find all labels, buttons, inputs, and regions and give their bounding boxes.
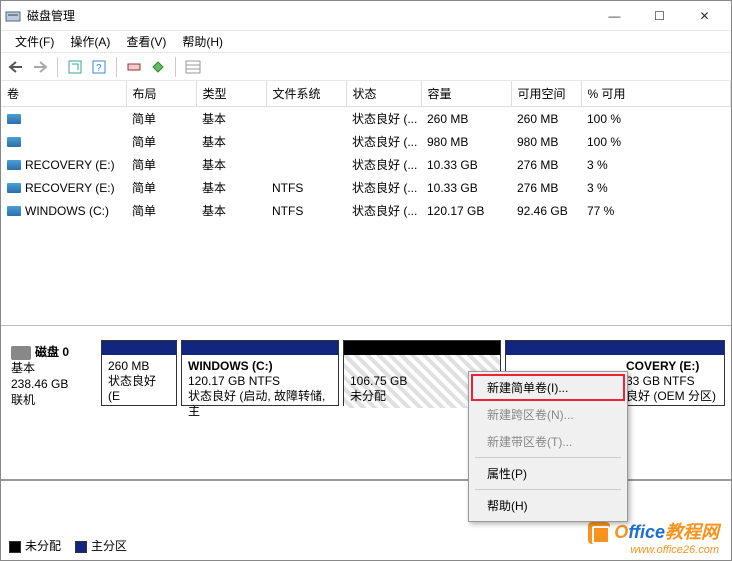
legend-label: 未分配 [25, 539, 61, 553]
scan-icon[interactable] [125, 58, 143, 76]
help-icon[interactable]: ? [90, 58, 108, 76]
col-capacity[interactable]: 容量 [421, 81, 511, 107]
disk-icon [11, 346, 31, 360]
volume-icon [7, 183, 21, 193]
col-type[interactable]: 类型 [196, 81, 266, 107]
context-menu: 新建简单卷(I)... 新建跨区卷(N)... 新建带区卷(T)... 属性(P… [468, 371, 628, 522]
forward-icon[interactable] [31, 58, 49, 76]
legend: 未分配 主分区 [9, 537, 127, 554]
svg-text:?: ? [96, 63, 102, 74]
disk-type: 基本 [11, 360, 93, 376]
ctx-new-striped-volume: 新建带区卷(T)... [471, 428, 625, 455]
list-icon[interactable] [184, 58, 202, 76]
disk-status: 联机 [11, 392, 93, 408]
partition-header [344, 341, 500, 355]
partition-header [182, 341, 338, 355]
legend-label: 主分区 [91, 539, 127, 553]
col-status[interactable]: 状态 [346, 81, 421, 107]
legend-swatch-primary [75, 541, 87, 553]
menubar: 文件(F) 操作(A) 查看(V) 帮助(H) [1, 31, 731, 53]
table-row[interactable]: WINDOWS (C:)简单基本NTFS状态良好 (...120.17 GB92… [1, 199, 731, 222]
partition-header [506, 341, 724, 355]
app-icon [5, 8, 21, 24]
menu-file[interactable]: 文件(F) [7, 31, 62, 52]
watermark-url: www.office26.com [588, 544, 719, 556]
titlebar: 磁盘管理 — ☐ ✕ [1, 1, 731, 31]
table-row[interactable]: RECOVERY (E:)简单基本NTFS状态良好 (...10.33 GB27… [1, 176, 731, 199]
volume-icon [7, 137, 21, 147]
table-row[interactable]: 简单基本状态良好 (...980 MB980 MB100 % [1, 130, 731, 153]
window-title: 磁盘管理 [27, 7, 592, 24]
volume-icon [7, 206, 21, 216]
volume-table: 卷 布局 类型 文件系统 状态 容量 可用空间 % 可用 简单基本状态良好 (.… [1, 81, 731, 222]
volume-icon [7, 160, 21, 170]
disk-size: 238.46 GB [11, 376, 93, 392]
volume-list: 卷 布局 类型 文件系统 状态 容量 可用空间 % 可用 简单基本状态良好 (.… [1, 81, 731, 326]
menu-view[interactable]: 查看(V) [118, 31, 174, 52]
toolbar-divider [116, 57, 117, 77]
col-free[interactable]: 可用空间 [511, 81, 581, 107]
refresh-icon[interactable] [66, 58, 84, 76]
legend-swatch-unallocated [9, 541, 21, 553]
col-pctfree[interactable]: % 可用 [581, 81, 731, 107]
ctx-properties[interactable]: 属性(P) [471, 460, 625, 487]
context-divider [475, 457, 621, 458]
minimize-button[interactable]: — [592, 2, 637, 30]
menu-action[interactable]: 操作(A) [62, 31, 118, 52]
ctx-help[interactable]: 帮助(H) [471, 492, 625, 519]
table-header-row: 卷 布局 类型 文件系统 状态 容量 可用空间 % 可用 [1, 81, 731, 107]
partition[interactable]: 260 MB状态良好 (E [101, 340, 177, 406]
disk-name: 磁盘 0 [35, 345, 69, 359]
table-row[interactable]: 简单基本状态良好 (...260 MB260 MB100 % [1, 107, 731, 131]
maximize-button[interactable]: ☐ [637, 2, 682, 30]
context-divider [475, 489, 621, 490]
watermark-logo: OOffice教程网ffice教程网 www.office26.com [588, 518, 719, 556]
close-button[interactable]: ✕ [682, 2, 727, 30]
back-icon[interactable] [7, 58, 25, 76]
col-volume[interactable]: 卷 [1, 81, 126, 107]
action-icon[interactable] [149, 58, 167, 76]
toolbar-divider [57, 57, 58, 77]
table-row[interactable]: RECOVERY (E:)简单基本状态良好 (...10.33 GB276 MB… [1, 153, 731, 176]
menu-help[interactable]: 帮助(H) [174, 31, 231, 52]
volume-icon [7, 114, 21, 124]
logo-icon [588, 522, 610, 544]
partition[interactable]: WINDOWS (C:)120.17 GB NTFS状态良好 (启动, 故障转储… [181, 340, 339, 406]
ctx-new-simple-volume[interactable]: 新建简单卷(I)... [471, 374, 625, 401]
toolbar: ? [1, 53, 731, 81]
col-layout[interactable]: 布局 [126, 81, 196, 107]
partition-header [102, 341, 176, 355]
ctx-new-spanned-volume: 新建跨区卷(N)... [471, 401, 625, 428]
disk-info[interactable]: 磁盘 0 基本 238.46 GB 联机 [7, 340, 97, 473]
toolbar-divider [175, 57, 176, 77]
col-fs[interactable]: 文件系统 [266, 81, 346, 107]
